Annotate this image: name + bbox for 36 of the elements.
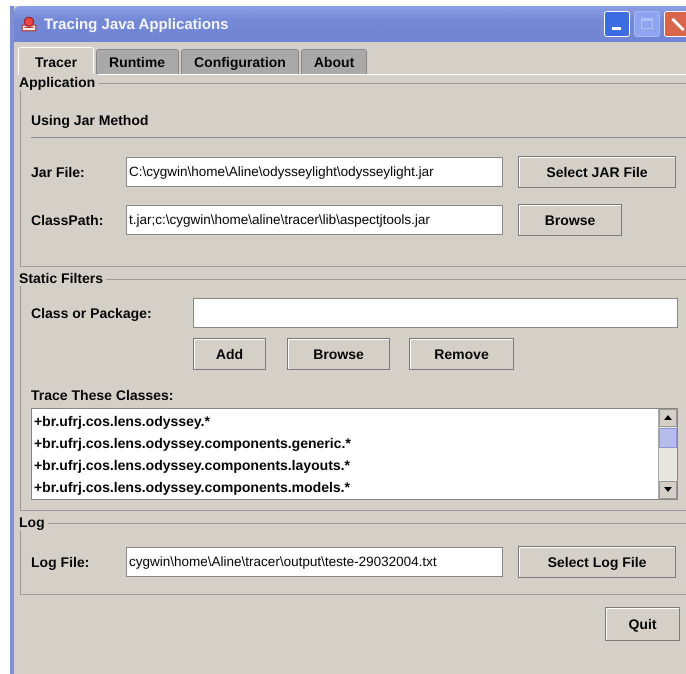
list-label: Trace These Classes: [31,387,174,403]
list-item[interactable]: +br.ufrj.cos.lens.odyssey.components.models.* [32,477,658,499]
tab[interactable]: Configuration [181,49,299,74]
button[interactable]: Select JAR File [518,156,676,188]
scroll-up-icon[interactable] [659,409,677,427]
section-label: Using Jar Method [31,112,150,128]
group-title: Application [19,74,98,90]
text-field[interactable]: C:\cygwin\home\Aline\odysseylight\odysseylight.jar [126,157,503,187]
scroll-thumb[interactable] [659,428,677,448]
group-title: Static Filters [19,270,106,286]
field-label: Class or Package: [31,305,153,321]
group-title: Log [19,514,48,530]
button[interactable]: Browse [287,338,390,370]
scroll-down-icon[interactable] [659,481,677,499]
text-field[interactable]: cygwin\home\Aline\tracer\output\teste-29032004.txt [126,547,503,577]
tab[interactable]: About [300,49,368,74]
list-item[interactable]: +br.ufrj.cos.lens.odyssey.components.generic.* [32,433,658,455]
text-field[interactable]: t.jar;c:\cygwin\home\aline\tracer\lib\aspectjtools.jar [126,205,503,235]
field-label: Log File: [31,554,90,570]
button[interactable]: Browse [518,204,622,236]
button[interactable]: Select Log File [518,546,676,578]
list-item[interactable]: +br.ufrj.cos.lens.odyssey.* [32,411,658,433]
window-title: Tracing Java Applications [44,16,230,32]
text-field[interactable] [193,298,678,328]
app-icon [20,15,38,33]
field-label: Jar File: [31,164,86,180]
button[interactable]: Add [193,338,266,370]
tab[interactable]: Tracer [18,47,94,74]
button[interactable]: Remove [409,338,514,370]
tab[interactable]: Runtime [96,49,180,74]
close-button[interactable] [664,11,686,37]
list-item[interactable]: +br.ufrj.cos.lens.odyssey.components.layouts.* [32,455,658,477]
button[interactable]: Quit [605,607,680,641]
scrollbar[interactable] [658,409,677,499]
field-label: ClassPath: [31,212,104,228]
minimize-button[interactable] [604,11,630,37]
